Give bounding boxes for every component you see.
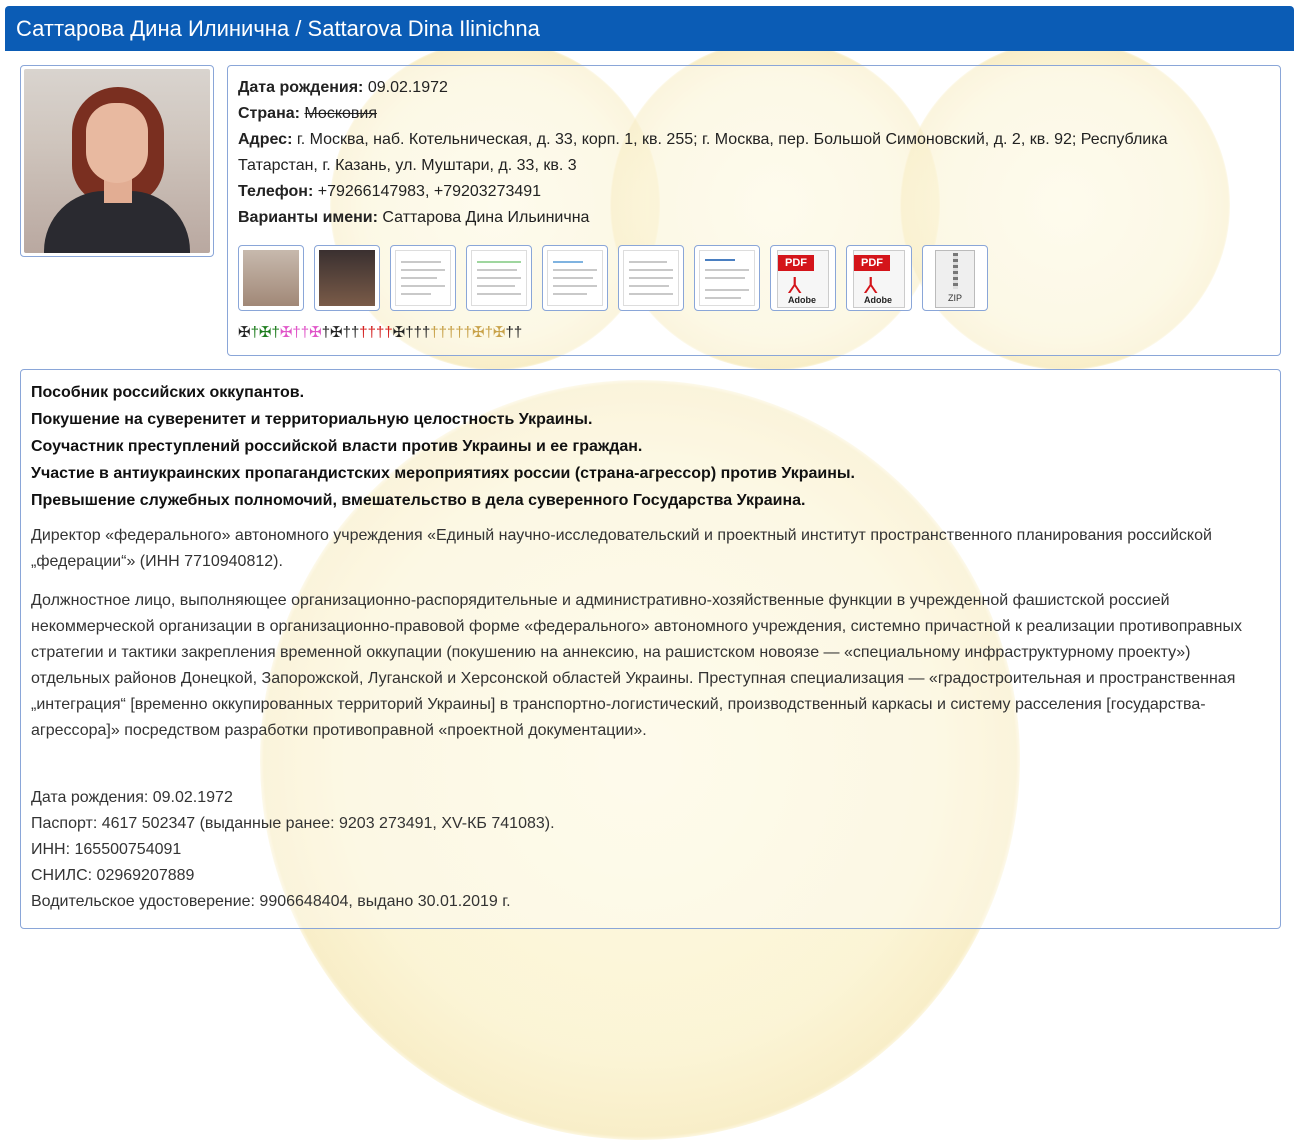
attachment-document-4[interactable] (618, 245, 684, 311)
cross-icon: ✠ (472, 324, 485, 341)
attachment-photo-1[interactable] (238, 245, 304, 311)
cross-icon: † (321, 324, 331, 341)
pdf-icon: PDF ⅄ Adobe (777, 250, 829, 308)
accusation-item: Участие в антиукраинских пропагандистски… (31, 465, 855, 482)
cross-icon: ✠ (392, 324, 406, 341)
accusation-item: Пособник российских оккупантов. (31, 384, 305, 401)
country-label: Страна: (238, 105, 300, 122)
cross-icon: ✠ (309, 324, 322, 341)
country-row: Страна: Московия (238, 101, 377, 127)
cross-icon: † (505, 324, 514, 341)
description-panel: Пособник российских оккупантов. Покушени… (20, 369, 1281, 929)
cross-icon: † (455, 324, 464, 341)
accusation-item: Превышение служебных полномочий, вмешате… (31, 492, 806, 509)
attachment-document-3[interactable] (542, 245, 608, 311)
info-panel: Дата рождения: 09.02.1972 Страна: Москов… (227, 65, 1281, 356)
phone-value: +79266147983, +79203273491 (313, 183, 542, 200)
attachment-pdf-1[interactable]: PDF ⅄ Adobe (770, 245, 836, 311)
cross-icon: † (292, 324, 301, 341)
cross-icon: ✠ (279, 324, 293, 341)
attachment-document-2[interactable] (466, 245, 532, 311)
names-value: Саттарова Дина Ильинична (377, 209, 590, 226)
attachment-document-5[interactable] (694, 245, 760, 311)
names-row: Варианты имени: Саттарова Дина Ильинична (238, 205, 589, 231)
accusations-list: Пособник российских оккупантов. Покушени… (31, 379, 855, 514)
cross-icon: † (342, 324, 351, 341)
cross-icon: ✠ (258, 324, 272, 341)
zip-archive-icon: ZIP (935, 250, 975, 308)
cross-icon: ✠ (238, 324, 251, 341)
cross-icon: ✠ (492, 324, 506, 341)
director-paragraph: Директор «федерального» автономного учре… (31, 527, 1212, 570)
cross-icon: † (300, 324, 310, 341)
address-value-line1: г. Москва, наб. Котельническая, д. 33, к… (292, 131, 1168, 148)
detail-snils: СНИЛС: 02969207889 (31, 867, 195, 884)
address-row-cont: Татарстан, г. Казань, ул. Муштари, д. 33… (238, 153, 577, 179)
address-value-line2: Татарстан, г. Казань, ул. Муштари, д. 33… (238, 157, 577, 174)
attachment-zip[interactable]: ZIP (922, 245, 988, 311)
names-label: Варианты имени: (238, 209, 378, 226)
dob-value: 09.02.1972 (363, 79, 448, 96)
phone-label: Телефон: (238, 183, 314, 200)
cross-icon: † (384, 324, 393, 341)
page-title: Саттарова Дина Илинична / Sattarova Dina… (5, 6, 1294, 51)
profile-photo[interactable] (20, 65, 214, 257)
cross-icon: † (405, 324, 414, 341)
detail-inn: ИНН: 165500754091 (31, 841, 182, 858)
cross-icon: † (430, 324, 439, 341)
attachment-document-1[interactable] (390, 245, 456, 311)
pdf-icon: PDF ⅄ Adobe (853, 250, 905, 308)
cross-icon: † (484, 324, 493, 341)
cross-icon: † (413, 324, 422, 341)
cross-icon: † (271, 324, 280, 341)
attachment-photo-2[interactable] (314, 245, 380, 311)
details-block: Дата рождения: 09.02.1972 Паспорт: 4617 … (31, 785, 1256, 915)
accusation-item: Соучастник преступлений российской власт… (31, 438, 643, 455)
accusation-item: Покушение на суверенитет и территориальн… (31, 411, 593, 428)
cross-icon: † (463, 324, 472, 341)
cross-icon: † (367, 324, 376, 341)
cross-icon: † (438, 324, 447, 341)
cross-icon: ✠ (330, 324, 343, 341)
cross-icon: † (513, 324, 523, 341)
phone-row: Телефон: +79266147983, +79203273491 (238, 179, 541, 205)
cross-icon: † (250, 324, 259, 341)
detail-passport: Паспорт: 4617 502347 (выданные ранее: 92… (31, 815, 555, 832)
dob-label: Дата рождения: (238, 79, 364, 96)
portrait-image (24, 69, 210, 253)
address-row: Адрес: г. Москва, наб. Котельническая, д… (238, 127, 1167, 153)
cross-icon: † (359, 324, 368, 341)
address-label: Адрес: (238, 131, 293, 148)
attachment-pdf-2[interactable]: PDF ⅄ Adobe (846, 245, 912, 311)
dob-row: Дата рождения: 09.02.1972 (238, 75, 448, 101)
cross-icons-row: ✠†✠†✠††✠†✠††††††✠††††††††✠†✠†† (238, 323, 522, 343)
description-paragraph: Должностное лицо, выполняющее организаци… (31, 592, 1242, 739)
detail-dob: Дата рождения: 09.02.1972 (31, 789, 233, 806)
country-value: Московия (304, 105, 377, 122)
detail-license: Водительское удостоверение: 9906648404, … (31, 893, 511, 910)
